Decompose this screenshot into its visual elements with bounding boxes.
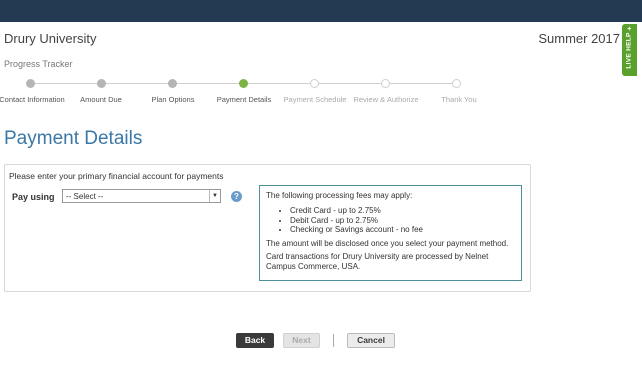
step-dot-payment-schedule (310, 79, 319, 88)
help-icon[interactable]: ? (231, 191, 242, 202)
step-dot-contact-information (26, 79, 35, 88)
page-title: Payment Details (4, 128, 143, 149)
back-button[interactable]: Back (236, 333, 274, 348)
step-label-contact-information: Contact Information (0, 95, 65, 104)
next-button[interactable]: Next (283, 333, 320, 348)
step-dot-payment-details (239, 79, 248, 88)
cancel-button[interactable]: Cancel (347, 333, 395, 348)
step-dot-amount-due (97, 79, 106, 88)
button-divider (333, 334, 334, 347)
pay-using-select-value: -- Select -- (66, 192, 104, 201)
progress-tracker-label: Progress Tracker (4, 59, 73, 69)
term-label: Summer 2017 (538, 31, 620, 46)
step-label-review-authorize: Review & Authorize (353, 95, 419, 104)
instruction-text: Please enter your primary financial acco… (9, 171, 224, 181)
fee-info-box: The following processing fees may apply:… (259, 185, 522, 281)
fee-note-processor: Card transactions for Drury University a… (266, 251, 489, 271)
live-help-tab[interactable]: + LIVE HELP (622, 24, 637, 76)
fee-intro: The following processing fees may apply: (266, 191, 413, 200)
fee-item-credit-card: Credit Card - up to 2.75% (290, 206, 515, 216)
fee-item-debit-card: Debit Card - up to 2.75% (290, 216, 515, 226)
live-help-label: LIVE HELP (626, 31, 634, 69)
step-label-payment-details: Payment Details (216, 95, 272, 104)
step-dot-review-authorize (381, 79, 390, 88)
pay-using-select[interactable]: -- Select -- ▼ (62, 189, 221, 203)
pay-using-label: Pay using (12, 192, 55, 202)
payment-panel: Please enter your primary financial acco… (4, 164, 531, 292)
step-label-payment-schedule: Payment Schedule (283, 95, 347, 104)
dropdown-arrow-icon[interactable]: ▼ (209, 190, 220, 202)
step-label-plan-options: Plan Options (151, 95, 195, 104)
school-name: Drury University (4, 31, 97, 46)
fee-list: Credit Card - up to 2.75% Debit Card - u… (290, 206, 515, 235)
step-label-amount-due: Amount Due (80, 95, 122, 104)
step-dot-plan-options (168, 79, 177, 88)
step-dot-thank-you (452, 79, 461, 88)
fee-note-disclosure: The amount will be disclosed once you se… (266, 238, 509, 248)
fee-item-bank-account: Checking or Savings account - no fee (290, 225, 515, 235)
step-label-thank-you: Thank You (441, 95, 477, 104)
top-bar (0, 0, 642, 22)
